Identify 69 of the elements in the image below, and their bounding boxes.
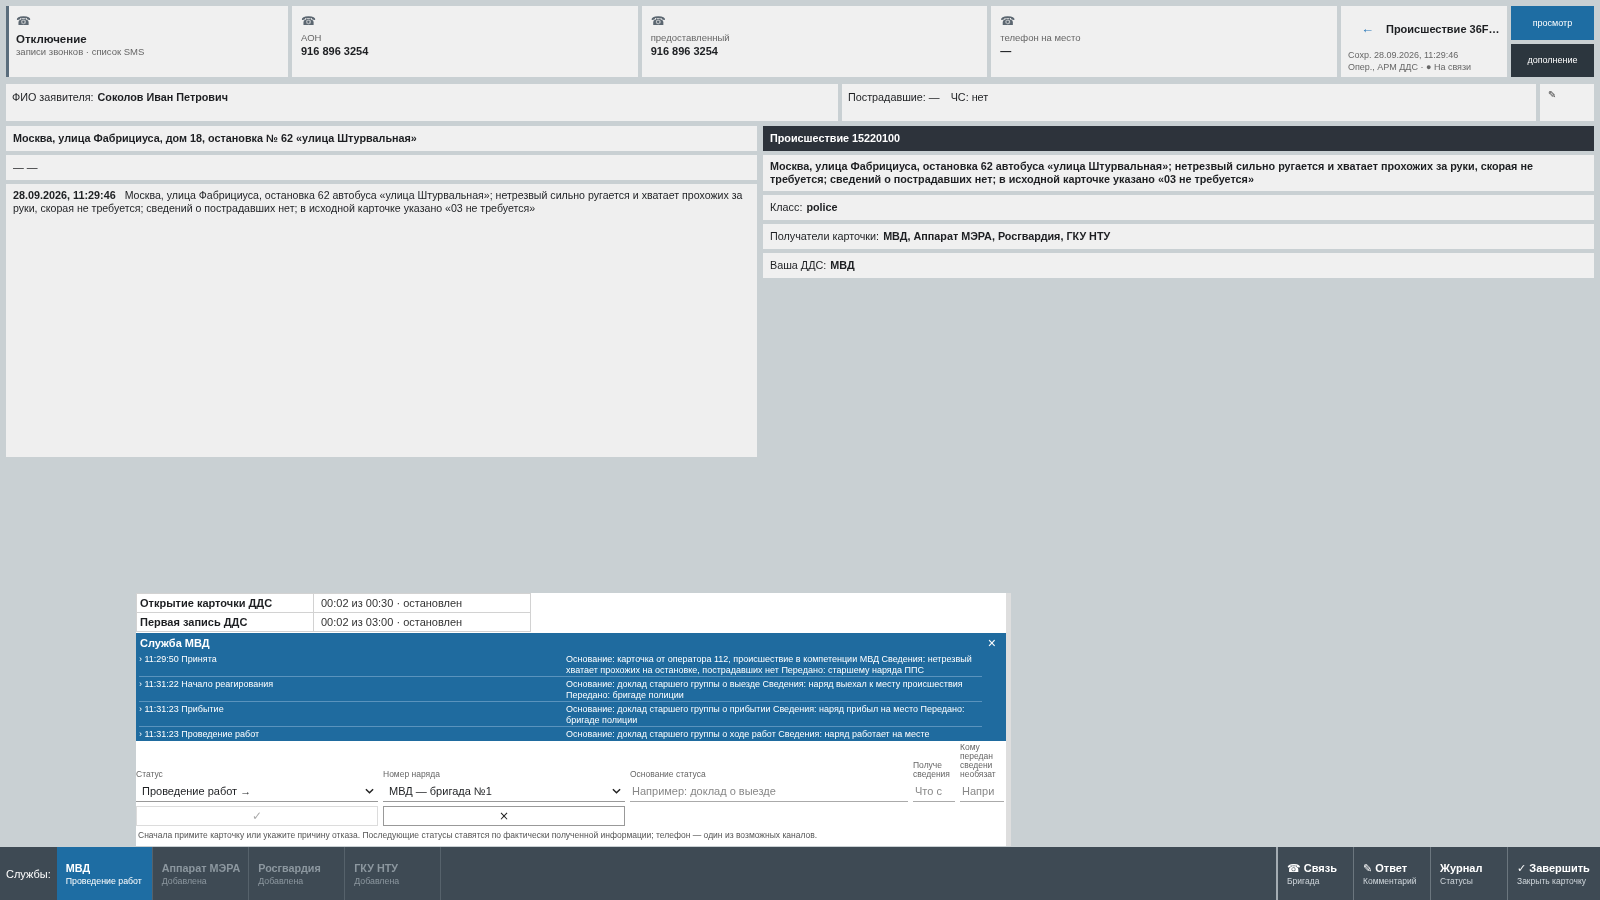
field-label: Статус: [136, 769, 164, 779]
field-label: Получатели карточки:: [770, 230, 880, 242]
dropdown-select[interactable]: Проведение работ →: [136, 781, 378, 802]
bar-action-button[interactable]: ☎ Связь Бригада: [1276, 847, 1353, 900]
field-value: МВД: [830, 259, 855, 271]
log-entry[interactable]: › 11:31:23 Прибытие: [139, 704, 566, 725]
phone-number: 916 896 3254: [650, 44, 718, 58]
call-status-title: Отключение: [16, 32, 87, 46]
field-label: Номер наряда: [383, 769, 441, 779]
phone-icon: ☎: [16, 14, 31, 28]
narrative-text: 28.09.2026, 11:29:46 Москва, улица Фабрициуса, остановка 62 автобуса «улица Штурвальная»; нетрезвый сильно ругается и хватает прохожих за руки, скорая не требуется; сведений о пострадавших нет; в исходной карточке указано «03 не требуется»: [6, 184, 757, 457]
incident-header: Происшествие 15220100: [763, 126, 1594, 151]
log-entry[interactable]: › 11:29:50 Принята: [139, 654, 566, 675]
log-entry[interactable]: › 11:31:22 Начало реагирования: [139, 679, 566, 700]
field-value: МВД, Аппарат МЭРА, Росгвардия, ГКУ НТУ: [883, 230, 1111, 242]
phone-label: АОН: [301, 32, 322, 44]
timer-value: 00:02 из 00:30 · остановлен: [313, 593, 531, 613]
casualties-text: Пострадавшие: —: [848, 91, 940, 103]
applicant-name: Соколов Иван Петрович: [97, 91, 228, 103]
field-value: police: [806, 201, 838, 213]
incident-title: Происшествие 36F…: [1386, 22, 1500, 37]
cross-button[interactable]: ×: [383, 805, 625, 826]
hint-text: Сначала примите карточку или укажите причину отказа. Последующие статусы ставятся по фактически полученной информации; телефон — один из возможных каналов.: [137, 829, 819, 840]
view-mode-button[interactable]: дополнение: [1511, 43, 1594, 77]
service-title: Служба МВД: [140, 636, 210, 650]
edit-button[interactable]: ✎: [1540, 84, 1594, 121]
field-label: Класс:: [770, 201, 803, 213]
emergency-text: ЧС: нет: [950, 91, 989, 103]
phone-label: предоставленный: [650, 32, 730, 44]
field-label: Основание статуса: [630, 769, 707, 779]
log-details-text: Основание: доклад старшего группы о ходе работ Сведения: наряд работает на месте: [566, 729, 931, 740]
phone-icon: ☎: [650, 14, 666, 28]
scrollbar-track[interactable]: [1006, 593, 1011, 846]
field-label: Получе сведения: [913, 760, 951, 779]
service-tab[interactable]: МВД Проведение работ: [56, 847, 153, 900]
chevron-down-icon: [612, 788, 621, 794]
service-tab[interactable]: Росгвардия Добавлена: [249, 847, 346, 900]
address-note-text: — —: [6, 155, 757, 180]
field-label: Ваша ДДС:: [770, 259, 827, 271]
timer-label: Открытие карточки ДДС: [136, 593, 314, 613]
services-label: Службы:: [5, 867, 52, 880]
bar-action-button[interactable]: ✓ Завершить Закрыть карточку: [1507, 847, 1600, 900]
call-links-text: записи звонков · список SMS: [16, 46, 145, 58]
timer-label: Первая запись ДДС: [136, 612, 314, 632]
phone-icon: ☎: [1000, 14, 1016, 28]
bar-action-button[interactable]: Журнал Статусы: [1430, 847, 1507, 900]
close-button[interactable]: ×: [987, 636, 996, 650]
view-mode-button[interactable]: просмотр: [1511, 6, 1594, 40]
bar-action-button[interactable]: ✎ Ответ Комментарий: [1353, 847, 1430, 900]
service-tab[interactable]: ГКУ НТУ Добавлена: [345, 847, 442, 900]
incident-description: Москва, улица Фабрициуса, остановка 62 автобуса «улица Штурвальная»; нетрезвый сильно ругается и хватает прохожих за руки, скорая не требуется; сведений о пострадавших нет; в исходной карточке указано «03 не требуется»: [763, 155, 1594, 191]
log-details-text: Основание: доклад старшего группы о прибытии Сведения: наряд прибыл на место Передано: бригаде полиции: [566, 704, 966, 725]
phone-label: телефон на место: [1000, 32, 1081, 44]
address-text: Москва, улица Фабрициуса, дом 18, остановка № 62 «улица Штурвальная»: [6, 126, 757, 151]
chevron-down-icon: [365, 788, 374, 794]
field-label: Кому передан сведени необязат: [960, 742, 997, 779]
saved-time-text: Сохр. 28.09.2026, 11:29:46: [1348, 49, 1459, 61]
dropdown-select[interactable]: МВД — бригада №1: [383, 781, 625, 802]
service-tab[interactable]: Аппарат МЭРА Добавлена: [152, 847, 250, 900]
back-arrow-icon[interactable]: ←: [1361, 20, 1374, 38]
applicant-label: ФИО заявителя:: [12, 91, 94, 103]
phone-number: —: [1000, 44, 1012, 58]
phone-number: 916 896 3254: [301, 44, 369, 58]
log-details-text: Основание: доклад старшего группы о выезде Сведения: наряд выехал к месту происшествия Передано: бригаде полиции: [566, 679, 964, 700]
log-details-text: Основание: карточка от оператора 112, происшествие в компетенции МВД Сведения: нетрезвый хватает прохожих на остановке, пострадавших нет Передано: старшему наряда ППС: [566, 654, 973, 675]
phone-icon: ☎: [301, 14, 316, 28]
operator-status-text: Опер., АРМ ДДС · ● На связи: [1348, 61, 1472, 73]
log-entry[interactable]: › 11:31:23 Проведение работ: [139, 729, 566, 740]
timer-value: 00:02 из 03:00 · остановлен: [313, 612, 531, 632]
